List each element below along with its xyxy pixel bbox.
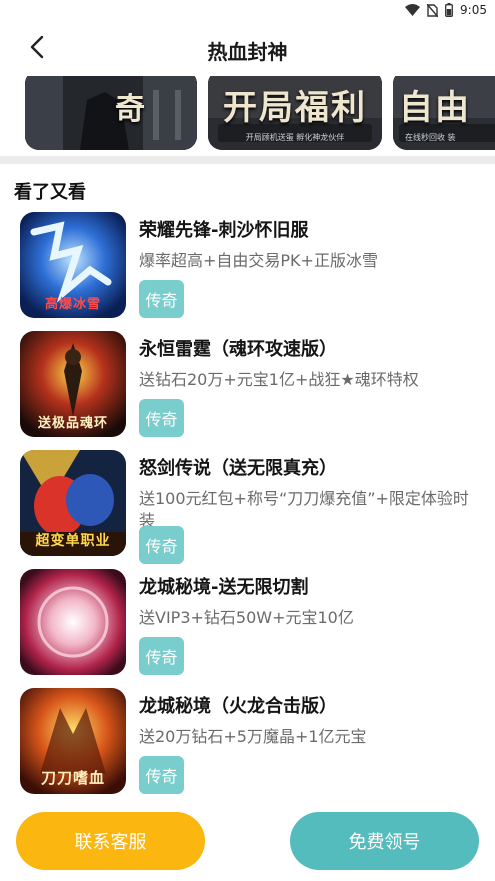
genre-tag: 传奇 xyxy=(139,399,184,437)
no-sim-icon xyxy=(427,3,439,17)
banner-strip[interactable]: 奇 开局福利 开局顾机送蛋 孵化神龙伙伴 自由 在线秒回收 装 xyxy=(0,76,495,154)
game-icon[interactable]: 送极品魂环 xyxy=(20,331,126,437)
status-icons: 9:05 xyxy=(405,2,487,18)
banner-card-3[interactable]: 自由 在线秒回收 装 xyxy=(393,76,495,150)
title-bar: 热血封神 xyxy=(0,24,495,76)
game-name: 怒剑传说（送无限真充） xyxy=(139,458,337,479)
game-icon[interactable]: 超变单职业 xyxy=(20,450,126,556)
banner-title-3: 自由 xyxy=(399,88,471,128)
banner-title-2: 开局福利 xyxy=(223,88,367,128)
game-icon-art xyxy=(20,569,126,675)
game-icon[interactable] xyxy=(20,569,126,675)
game-name: 永恒雷霆（魂环攻速版） xyxy=(139,339,337,360)
section-divider xyxy=(0,156,495,164)
genre-tag: 传奇 xyxy=(139,637,184,675)
banner-art xyxy=(25,76,197,150)
game-icon-caption: 送极品魂环 xyxy=(37,416,108,431)
battery-icon xyxy=(445,3,453,17)
list-item[interactable]: 超变单职业 怒剑传说（送无限真充） 送100元红包+称号“刀刀爆充值”+限定体验… xyxy=(0,450,495,564)
game-icon[interactable]: 高爆冰雪 xyxy=(20,212,126,318)
game-desc: 送20万钻石+5万魔晶+1亿元宝 xyxy=(139,727,367,746)
banner-title-1: 奇 xyxy=(115,92,147,127)
banner-card-1[interactable]: 奇 xyxy=(25,76,197,150)
game-desc: 送钻石20万+元宝1亿+战狂★魂环特权 xyxy=(139,370,419,389)
free-claim-button[interactable]: 免费领号 xyxy=(290,812,479,870)
genre-tag: 传奇 xyxy=(139,526,184,564)
list-item[interactable]: 刀刀嗜血 龙城秘境（火龙合击版） 送20万钻石+5万魔晶+1亿元宝 传奇 xyxy=(0,688,495,800)
game-name: 龙城秘境（火龙合击版） xyxy=(139,696,337,717)
genre-tag: 传奇 xyxy=(139,756,184,794)
wifi-icon xyxy=(405,4,421,16)
game-desc: 送100元红包+称号“刀刀爆充值”+限定体验时装 xyxy=(139,489,469,530)
game-icon-caption: 刀刀嗜血 xyxy=(40,769,105,787)
contact-service-button[interactable]: 联系客服 xyxy=(16,812,205,870)
page-title: 热血封神 xyxy=(207,40,288,64)
game-name: 龙城秘境-送无限切割 xyxy=(139,577,309,598)
game-icon[interactable]: 刀刀嗜血 xyxy=(20,688,126,794)
list-item[interactable]: 送极品魂环 永恒雷霆（魂环攻速版） 送钻石20万+元宝1亿+战狂★魂环特权 传奇 xyxy=(0,331,495,443)
game-name: 荣耀先锋-刺沙怀旧服 xyxy=(139,220,309,241)
list-item[interactable]: 龙城秘境-送无限切割 送VIP3+钻石50W+元宝10亿 传奇 xyxy=(0,569,495,681)
banner-card-2[interactable]: 开局福利 开局顾机送蛋 孵化神龙伙伴 xyxy=(208,76,382,150)
game-icon-caption: 超变单职业 xyxy=(35,533,111,549)
status-time: 9:05 xyxy=(460,3,487,17)
game-icon-caption: 高爆冰雪 xyxy=(44,297,101,312)
status-bar: 9:05 xyxy=(0,0,495,20)
genre-tag: 传奇 xyxy=(139,280,184,318)
banner-subtitle-2: 开局顾机送蛋 孵化神龙伙伴 xyxy=(245,133,345,142)
section-title: 看了又看 xyxy=(14,182,86,203)
game-desc: 爆率超高+自由交易PK+正版冰雪 xyxy=(139,251,378,270)
banner-subtitle-3: 在线秒回收 装 xyxy=(405,133,456,142)
game-desc: 送VIP3+钻石50W+元宝10亿 xyxy=(139,608,354,627)
list-item[interactable]: 高爆冰雪 荣耀先锋-刺沙怀旧服 爆率超高+自由交易PK+正版冰雪 传奇 xyxy=(0,212,495,324)
